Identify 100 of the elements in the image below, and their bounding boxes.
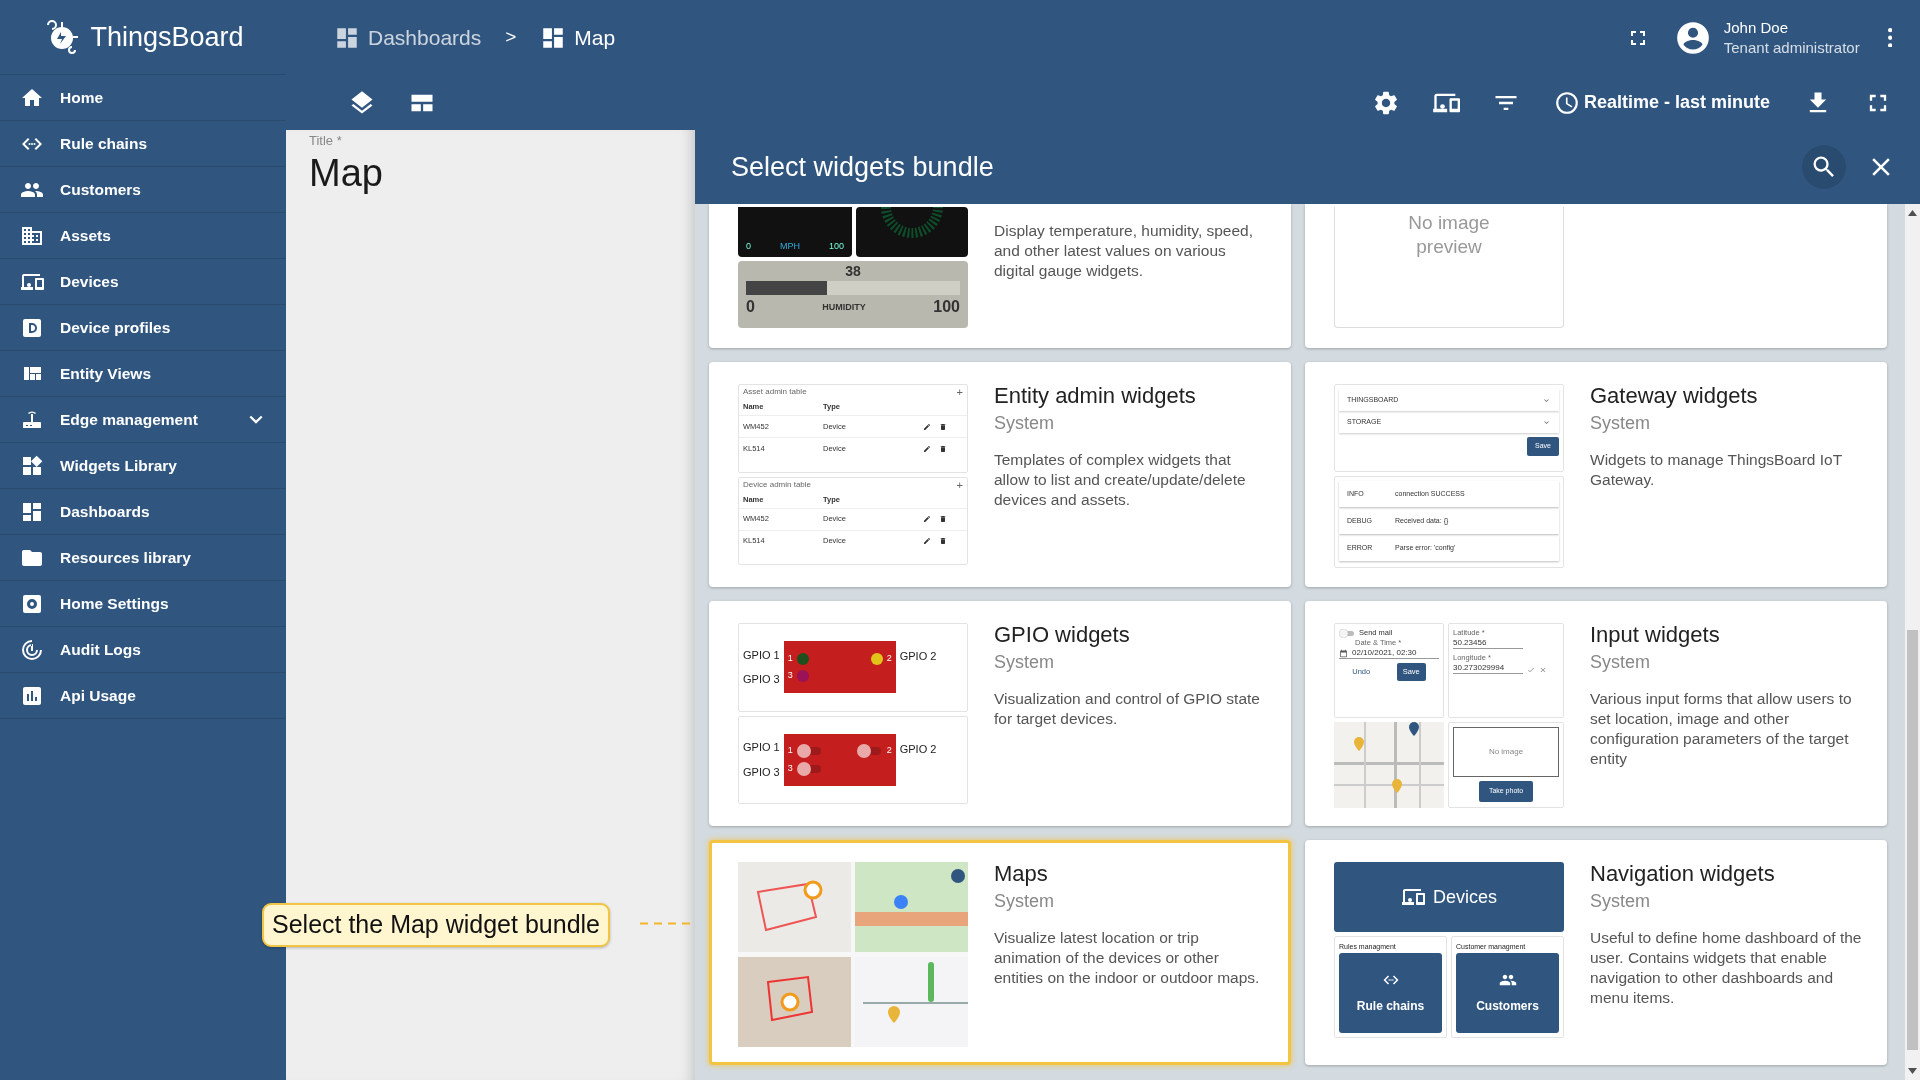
bundle-card[interactable]: Maps System Visualize latest location or trip animation of the devices or other entities on the indoor or outdoor maps. — [709, 840, 1291, 1065]
table-title: Asset admin table — [743, 386, 807, 398]
bundle-description: Various input forms that allow users to set location, image and other configuration parameters of the target entity — [1590, 689, 1853, 769]
bundle-title: Entity admin widgets — [994, 382, 1197, 410]
longitude-value: 30.273029994 — [1453, 663, 1505, 672]
pencil-icon — [923, 444, 931, 453]
trash-icon — [939, 422, 947, 431]
target-icon — [20, 637, 44, 662]
sidebar-item[interactable]: Assets — [0, 213, 286, 259]
pin-number: 3 — [787, 669, 793, 683]
bundle-subtitle: System — [994, 651, 1055, 674]
bundle-title: Maps — [994, 860, 1049, 888]
gauge-label: HUMIDITY — [822, 301, 866, 314]
sidebar-item[interactable]: Home — [0, 75, 286, 121]
more-icon — [1887, 27, 1892, 48]
bundle-subtitle: System — [994, 412, 1055, 435]
bundle-subtitle: System — [1590, 412, 1651, 435]
latitude-value: 50.23456 — [1453, 638, 1487, 647]
sidebar-item[interactable]: Home Settings — [0, 581, 286, 627]
scrollbar-thumb[interactable] — [1907, 630, 1918, 1050]
gauge-value: 38 — [845, 263, 861, 279]
user-name: John Doe — [1723, 17, 1789, 38]
close-icon — [1539, 666, 1547, 674]
scroll-down-icon[interactable] — [1908, 1068, 1917, 1074]
bundle-title: Input widgets — [1590, 621, 1721, 649]
breadcrumb-separator: > — [505, 25, 517, 50]
tutorial-callout: Select the Map widget bundle — [262, 903, 610, 947]
bundle-card[interactable]: 0 MPH 100 38 0 HUMIDITY 100 Display temperature, humidity, speed, and other latest values on various digital gauge widgets. — [709, 204, 1291, 348]
search-button[interactable] — [1802, 145, 1846, 189]
gauge-unit: MPH — [780, 239, 800, 253]
sidebar-item[interactable]: Device profiles — [0, 305, 286, 351]
sidebar-item[interactable]: Entity Views — [0, 351, 286, 397]
pencil-icon — [923, 422, 931, 431]
tile-label: Customers — [1476, 998, 1539, 1015]
bundle-description: Visualize latest location or trip animation of the devices or other entities on the indoor or outdoor maps. — [994, 928, 1261, 988]
scroll-up-icon[interactable] — [1908, 210, 1917, 216]
date-value: 02/10/2021, 02:30 — [1352, 648, 1417, 658]
pin-label: GPIO 1 — [743, 740, 780, 756]
field-label: Title * — [309, 132, 343, 150]
user-role: Tenant administrator — [1723, 37, 1860, 58]
gauge-max: 100 — [933, 297, 960, 317]
pin-label: GPIO 3 — [743, 764, 780, 780]
pin-number: 2 — [886, 651, 892, 665]
bundle-subtitle: System — [1590, 890, 1651, 913]
sidebar-item[interactable]: Edge management — [0, 397, 286, 443]
sidebar-item[interactable]: Audit Logs — [0, 627, 286, 673]
pin-number: 3 — [787, 762, 793, 775]
calendar-icon — [1339, 648, 1348, 658]
trash-icon — [939, 444, 947, 453]
bundle-card[interactable] — [709, 362, 1291, 587]
tile-label: Rule chains — [1356, 998, 1425, 1015]
widgets-icon — [20, 453, 44, 478]
pin-label: GPIO 2 — [899, 650, 937, 662]
dialog-title: Select widgets bundle — [731, 150, 995, 184]
breadcrumb-link[interactable]: Map — [540, 21, 616, 54]
add-icon: + — [956, 477, 963, 492]
bundle-subtitle: System — [994, 890, 1055, 913]
title-field[interactable]: Map — [309, 150, 672, 195]
sidebar-item[interactable]: Api Usage — [0, 673, 286, 719]
leader-line — [640, 922, 692, 925]
bundle-card[interactable] — [1305, 601, 1887, 826]
bundle-description: Useful to define home dashboard of the user. Contains widgets that enable navigation to other dashboards and menu items. — [1590, 928, 1863, 1008]
bundle-title: GPIO widgets — [994, 621, 1131, 649]
sidebar-item[interactable]: Widgets Library — [0, 443, 286, 489]
sidebar-item[interactable]: Customers — [0, 167, 286, 213]
bundle-description: Visualization and control of GPIO state for target devices. — [994, 689, 1261, 729]
image-placeholder: No image — [1453, 727, 1559, 777]
pin-label: GPIO 2 — [899, 742, 937, 755]
tile-label: Devices — [1433, 885, 1497, 909]
bundle-card[interactable]: GPIO 1 GPIO 3 1 2 3 GPIO 2 GPIO 1 GPIO 3 1 2 3 GPIO 2 GPIO widgets System Visualization and control of GPIO state for target devices. — [709, 601, 1291, 826]
check-icon — [1527, 666, 1535, 674]
table-title: Device admin table — [743, 478, 812, 491]
timewindow-button[interactable]: Realtime - last minute — [1547, 88, 1776, 117]
pin-label: GPIO 3 — [743, 672, 780, 688]
sidebar-item[interactable]: Dashboards — [0, 489, 286, 535]
bundle-description: Templates of complex widgets that allow to list and create/update/delete devices and assets. — [994, 450, 1247, 510]
gauge-min: 0 — [746, 297, 755, 317]
bundle-title: Gateway widgets — [1590, 382, 1759, 410]
pin-number: 2 — [886, 744, 892, 757]
clock-icon — [1553, 89, 1580, 116]
gauge-max: 100 — [828, 239, 844, 253]
pin-number: 1 — [787, 744, 793, 757]
logo-text: ThingsBoard — [90, 20, 244, 54]
bundle-subtitle: System — [1590, 651, 1651, 674]
image-placeholder: No image preview — [1334, 207, 1564, 328]
pin-label: GPIO 1 — [743, 647, 780, 663]
gauge-min: 0 — [746, 239, 751, 253]
bundle-description: Display temperature, humidity, speed, and other latest values on various digital gauge widgets. — [994, 221, 1255, 281]
sidebar-item[interactable]: Devices — [0, 259, 286, 305]
pencil-icon — [923, 537, 931, 545]
breadcrumb-link[interactable]: Dashboards — [334, 21, 482, 54]
trash-icon — [939, 515, 947, 523]
pencil-icon — [923, 515, 931, 523]
trash-icon — [939, 537, 947, 545]
bundle-title: Navigation widgets — [1590, 860, 1776, 888]
sidebar-item[interactable]: Resources library — [0, 535, 286, 581]
bundle-description: Widgets to manage ThingsBoard IoT Gateway. — [1590, 450, 1843, 490]
pin-number: 1 — [787, 651, 793, 665]
bundle-card[interactable] — [1305, 840, 1887, 1065]
scrollbar[interactable] — [1905, 204, 1920, 1080]
